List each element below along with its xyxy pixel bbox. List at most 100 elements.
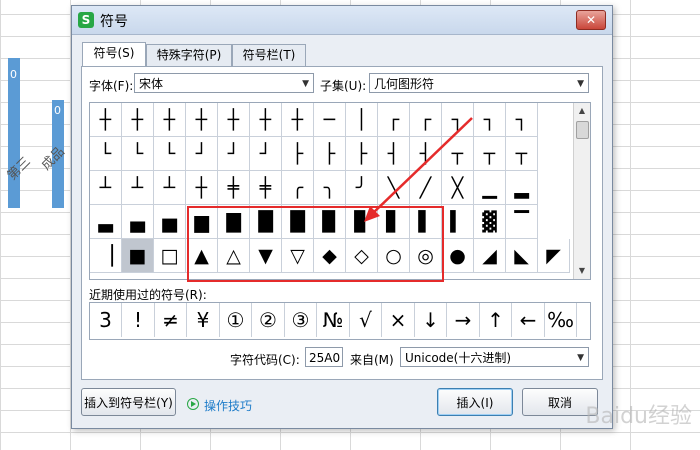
- symbol-cell[interactable]: ┼: [90, 103, 122, 137]
- symbol-cell[interactable]: ┌: [378, 103, 410, 137]
- chevron-down-icon: ▼: [577, 353, 584, 363]
- insert-to-bar-button[interactable]: 插入到符号栏(Y): [81, 388, 176, 416]
- symbol-cell[interactable]: ▓: [474, 205, 506, 239]
- font-select-value: 宋体: [139, 77, 164, 91]
- symbol-cell[interactable]: └: [154, 137, 186, 171]
- grid-scrollbar[interactable]: ▲ ▼: [573, 103, 590, 279]
- symbol-cell[interactable]: ◢: [474, 239, 506, 273]
- symbol-cell[interactable]: ┼: [250, 103, 282, 137]
- recent-symbol[interactable]: ¥: [188, 303, 220, 337]
- tab-symbols[interactable]: 符号(S): [82, 42, 146, 66]
- recent-symbols: 3! ≠ ¥ ① ② ③ № √ × ↓ → ↑ ← ‰: [89, 302, 591, 340]
- tab-symbol-bar[interactable]: 符号栏(T): [232, 44, 306, 66]
- symbol-cell[interactable]: ┴: [154, 171, 186, 205]
- symbol-cell[interactable]: └: [122, 137, 154, 171]
- symbol-cell[interactable]: ├: [282, 137, 314, 171]
- recent-symbol[interactable]: ↓: [415, 303, 447, 337]
- subset-select[interactable]: 几何图形符 ▼: [369, 73, 589, 93]
- symbol-cell[interactable]: ╮: [314, 171, 346, 205]
- from-label: 来自(M): [350, 353, 394, 367]
- recent-symbol[interactable]: √: [350, 303, 382, 337]
- symbol-cell[interactable]: ◣: [506, 239, 538, 273]
- symbol-cell[interactable]: ┼: [218, 103, 250, 137]
- symbol-cell[interactable]: │: [346, 103, 378, 137]
- symbol-cell[interactable]: ▃: [90, 205, 122, 239]
- bar-label: 0: [10, 68, 17, 81]
- tab-special-chars[interactable]: 特殊字符(P): [146, 44, 232, 66]
- dialog-titlebar: S 符号 ✕: [72, 6, 612, 35]
- char-code-input[interactable]: 25A0: [305, 347, 343, 367]
- symbol-cell[interactable]: ┬: [442, 137, 474, 171]
- symbol-cell[interactable]: ┬: [506, 137, 538, 171]
- subset-select-value: 几何图形符: [374, 77, 435, 91]
- symbol-cell[interactable]: ┤: [410, 137, 442, 171]
- symbol-cell[interactable]: ◤: [538, 239, 570, 273]
- font-select[interactable]: 宋体 ▼: [134, 73, 314, 93]
- subset-label: 子集(U):: [320, 79, 367, 93]
- symbol-cell[interactable]: ┼: [122, 103, 154, 137]
- symbol-cell[interactable]: ┘: [218, 137, 250, 171]
- recent-symbol[interactable]: ‰: [545, 303, 577, 337]
- symbol-cell[interactable]: ┌: [410, 103, 442, 137]
- recent-symbol[interactable]: ≠: [155, 303, 187, 337]
- symbol-cell[interactable]: ┐: [506, 103, 538, 137]
- chevron-down-icon: ▼: [302, 79, 309, 89]
- symbol-cell[interactable]: ├: [314, 137, 346, 171]
- recent-symbol[interactable]: ↑: [480, 303, 512, 337]
- symbol-cell[interactable]: □: [154, 239, 186, 273]
- symbol-cell[interactable]: ┴: [90, 171, 122, 205]
- recent-symbol[interactable]: ①: [220, 303, 252, 337]
- symbol-cell[interactable]: ┐: [442, 103, 474, 137]
- symbol-cell[interactable]: ─: [314, 103, 346, 137]
- symbol-cell[interactable]: ▍: [442, 205, 474, 239]
- symbol-cell[interactable]: ┴: [122, 171, 154, 205]
- dialog-title: 符号: [100, 14, 128, 30]
- symbol-cell[interactable]: ┬: [474, 137, 506, 171]
- scroll-thumb[interactable]: [576, 121, 589, 139]
- symbol-cell[interactable]: ╪: [250, 171, 282, 205]
- symbol-cell[interactable]: ╱: [410, 171, 442, 205]
- recent-symbol[interactable]: !: [123, 303, 155, 337]
- symbol-cell[interactable]: ●: [442, 239, 474, 273]
- symbol-cell[interactable]: ┼: [282, 103, 314, 137]
- recent-symbol[interactable]: ②: [253, 303, 285, 337]
- symbol-cell[interactable]: ╪: [218, 171, 250, 205]
- symbol-cell[interactable]: ├: [346, 137, 378, 171]
- symbol-cell[interactable]: ┼: [186, 103, 218, 137]
- symbol-cell[interactable]: ╭: [282, 171, 314, 205]
- symbol-cell[interactable]: ┼: [154, 103, 186, 137]
- tips-link[interactable]: 操作技巧: [204, 397, 252, 414]
- char-code-label: 字符代码(C):: [230, 353, 300, 367]
- symbol-cell[interactable]: ┘: [250, 137, 282, 171]
- scroll-up-icon[interactable]: ▲: [574, 103, 590, 119]
- symbol-cell[interactable]: ■: [122, 239, 154, 273]
- symbol-cell[interactable]: ┐: [474, 103, 506, 137]
- recent-symbol[interactable]: 3: [90, 303, 122, 337]
- symbol-cell[interactable]: ╳: [442, 171, 474, 205]
- recent-symbol[interactable]: →: [448, 303, 480, 337]
- recent-symbol[interactable]: ③: [285, 303, 317, 337]
- symbol-cell[interactable]: ▂: [506, 171, 538, 205]
- recent-symbol[interactable]: №: [318, 303, 350, 337]
- symbol-cell[interactable]: ▁: [474, 171, 506, 205]
- from-select-value: Unicode(十六进制): [405, 351, 512, 365]
- symbol-cell[interactable]: ▄: [122, 205, 154, 239]
- symbol-cell[interactable]: ┼: [186, 171, 218, 205]
- insert-button[interactable]: 插入(I): [437, 388, 513, 416]
- symbol-cell[interactable]: ┤: [378, 137, 410, 171]
- bar-label: 0: [54, 104, 61, 117]
- symbol-cell[interactable]: ▔: [506, 205, 538, 239]
- symbol-cell[interactable]: └: [90, 137, 122, 171]
- from-select[interactable]: Unicode(十六进制) ▼: [400, 347, 589, 367]
- recent-symbol[interactable]: ←: [513, 303, 545, 337]
- symbol-cell[interactable]: ▅: [154, 205, 186, 239]
- recent-label: 近期使用过的符号(R):: [89, 288, 207, 302]
- close-button[interactable]: ✕: [576, 10, 606, 30]
- symbol-cell[interactable]: ▕: [90, 239, 122, 273]
- play-circle-icon: [187, 398, 199, 410]
- recent-symbol[interactable]: ×: [383, 303, 415, 337]
- symbol-cell[interactable]: ╲: [378, 171, 410, 205]
- scroll-down-icon[interactable]: ▼: [574, 263, 590, 279]
- symbol-cell[interactable]: ┘: [186, 137, 218, 171]
- symbol-cell[interactable]: ╯: [346, 171, 378, 205]
